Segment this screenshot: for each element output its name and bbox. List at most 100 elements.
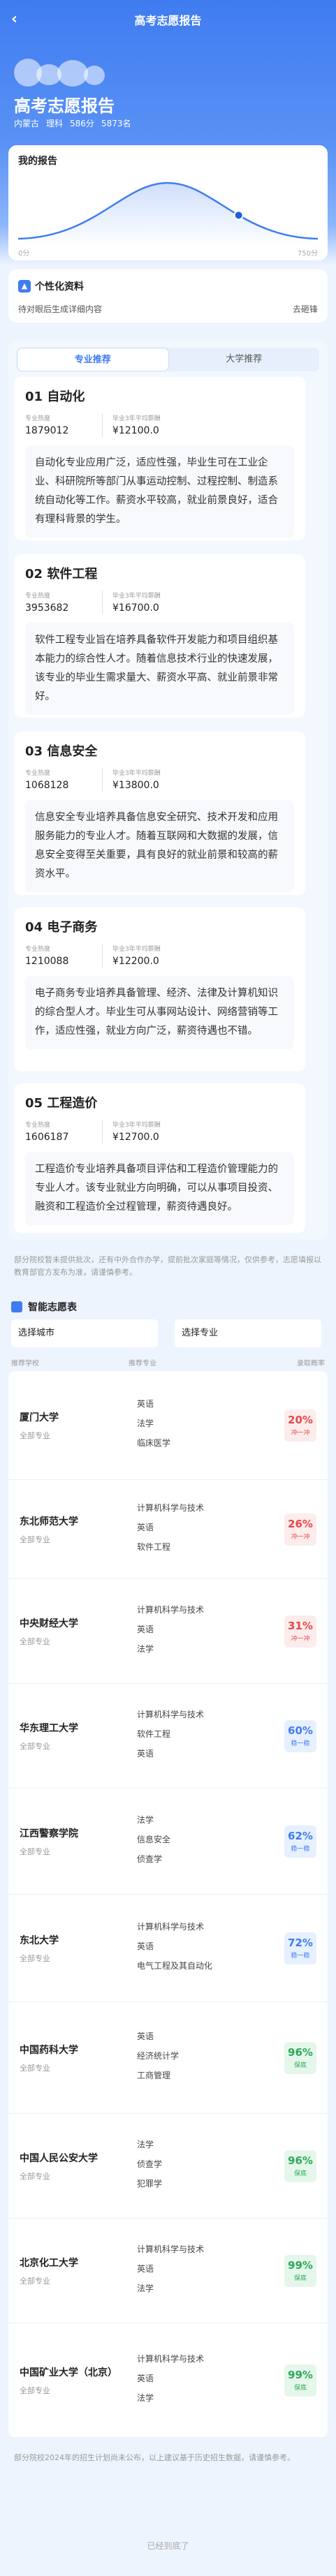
table-row[interactable]: 中国药科大学 全部专业 英语 经济统计学 工商管理 96% 保底 (8, 2002, 328, 2114)
school-all-majors[interactable]: 全部专业 (20, 1740, 50, 1752)
major-description: 自动化专业应用广泛，适应性强，毕业生可在工业企业、科研院所等部门从事运动控制、过… (25, 445, 294, 538)
chart-card-title: 我的报告 (18, 156, 57, 167)
major-card[interactable]: 05 工程造价 专业热度 1606187 毕业3年平均薪酬 ¥12700.0 工程造价专业… (14, 1083, 305, 1233)
school-name: 北京化工大学 (20, 2258, 78, 2269)
school-name: 东北大学 (20, 1935, 59, 1946)
end-of-list: 已经到底了 (147, 2541, 189, 2551)
major-stats: 专业热度 1068128 毕业3年平均薪酬 ¥13800.0 (25, 768, 294, 792)
nav-title: 高考志愿报告 (134, 14, 202, 27)
recommended-major: 临床医学 (137, 1438, 171, 1448)
major-description: 软件工程专业旨在培养具备软件开发能力和项目组织基本能力的综合性人才。随着信息技术… (25, 623, 294, 715)
admission-rate: 99% (288, 2259, 313, 2272)
school-all-majors[interactable]: 全部专业 (20, 2275, 50, 2286)
admission-kind: 冲一冲 (291, 1534, 310, 1541)
major-card[interactable]: 01 自动化 专业热度 1879012 毕业3年平均薪酬 ¥12100.0 自动化专业应用… (14, 377, 305, 540)
table-row[interactable]: 江西警察学院 全部专业 法学 信息安全 侦查学 62% 稳一稳 (8, 1789, 328, 1895)
profile-subtitle: 待对眼后生成详细内容 (18, 304, 103, 314)
recommended-major: 计算机科学与技术 (137, 2244, 205, 2254)
tab-major[interactable]: 专业推荐 (17, 348, 169, 371)
admission-rate: 99% (288, 2369, 313, 2381)
table-icon (11, 1301, 22, 1312)
admission-rate: 31% (288, 1620, 313, 1632)
chevron-left-icon[interactable]: ‹ (11, 11, 28, 28)
stat-divider (102, 944, 103, 968)
major-card[interactable]: 03 信息安全 专业热度 1068128 毕业3年平均薪酬 ¥13800.0 信息安全专业… (14, 732, 305, 895)
salary-value: ¥16700.0 (112, 602, 159, 614)
admission-kind: 稳一稳 (291, 1846, 310, 1853)
major-select[interactable]: 选择专业 (175, 1319, 321, 1347)
recommended-major: 电气工程及其自动化 (137, 1961, 213, 1971)
school-name: 江西警察学院 (20, 1828, 78, 1840)
major-description: 电子商务专业培养具备管理、经济、法律及计算机知识的综合型人才。毕业生可从事网站设… (25, 976, 294, 1049)
profile-fill-button[interactable]: 去砸锋 (293, 303, 318, 315)
city-select[interactable]: 选择城市 (11, 1319, 158, 1347)
heat-value: 1879012 (25, 425, 69, 436)
recommended-major: 法学 (137, 2140, 154, 2149)
recommended-major: 侦查学 (137, 1854, 163, 1864)
salary-value: ¥12100.0 (112, 425, 159, 436)
recommend-tabs: 专业推荐 大学推荐 (17, 348, 319, 371)
recommended-major: 计算机科学与技术 (137, 1922, 205, 1932)
recommended-major: 英语 (137, 2264, 154, 2274)
score-marker (233, 210, 244, 221)
recommended-major: 法学 (137, 1644, 154, 1654)
salary-value: ¥12700.0 (112, 1132, 159, 1143)
province: 内蒙古 (14, 119, 40, 128)
recommended-major: 英语 (137, 1523, 154, 1532)
stat-divider (102, 768, 103, 792)
admission-kind: 保底 (293, 2275, 307, 2282)
recommended-major: 计算机科学与技术 (137, 1605, 205, 1615)
table-row[interactable]: 中国矿业大学（北京） 全部专业 计算机科学与技术 英语法学 99% 保底 (8, 2323, 328, 2438)
heat-label: 专业热度 (25, 770, 51, 777)
heat-label: 专业热度 (25, 415, 51, 422)
major-title: 04 电子商务 (25, 920, 98, 935)
heat-label: 专业热度 (25, 946, 51, 953)
recommended-major: 英语 (137, 1624, 154, 1634)
school-all-majors[interactable]: 全部专业 (20, 1846, 50, 1857)
recommended-major: 计算机科学与技术 (137, 2354, 205, 2364)
tab-university[interactable]: 大学推荐 (169, 348, 320, 371)
admission-rate: 96% (288, 2046, 313, 2059)
school-name: 中央财经大学 (20, 1618, 78, 1629)
table-row[interactable]: 东北大学 全部专业 计算机科学与技术 英语 电气工程及其自动化 72% 稳一稳 (8, 1895, 328, 2002)
recommended-major: 英语 (137, 2374, 154, 2383)
school-all-majors[interactable]: 全部专业 (20, 2062, 50, 2073)
nav-bar: ‹ 高考志愿报告 (0, 0, 336, 39)
admission-kind: 保底 (293, 2385, 307, 2392)
table-row[interactable]: 东北师范大学 全部专业 计算机科学与技术 英语 软件工程 26% 冲一冲 (8, 1480, 328, 1579)
school-name: 中国人民公安大学 (20, 2153, 98, 2164)
school-name: 中国矿业大学（北京） (20, 2367, 117, 2378)
table-row[interactable]: 中央财经大学 全部专业 计算机科学与技术 英语 法学 31% 冲一冲 (8, 1579, 328, 1684)
recommended-major: 法学 (137, 2393, 154, 2403)
school-all-majors[interactable]: 全部专业 (20, 1953, 50, 1964)
admission-badge: 62% 稳一稳 (284, 1826, 316, 1858)
school-all-majors[interactable]: 全部专业 (20, 1430, 50, 1441)
admission-badge: 96% 保底 (284, 2150, 316, 2182)
curve-fill (18, 183, 318, 246)
school-all-majors[interactable]: 全部专业 (20, 1636, 50, 1647)
table-row[interactable]: 厦门大学 全部专业 英语 法学 临床医学 20% 冲一冲 (8, 1371, 328, 1480)
table-row[interactable]: 北京化工大学 全部专业 计算机科学与技术 英语法学 99% 保底 (8, 2219, 328, 2323)
major-card[interactable]: 02 软件工程 专业热度 3953682 毕业3年平均薪酬 ¥16700.0 软件工程专业… (14, 554, 305, 718)
admission-rate: 72% (288, 1937, 313, 1949)
heat-value: 1210088 (25, 956, 69, 967)
admission-badge: 26% 冲一冲 (284, 1513, 316, 1546)
school-all-majors[interactable]: 全部专业 (20, 2170, 50, 2182)
table-row[interactable]: 中国人民公安大学 全部专业 法学 侦查学 犯罪学 96% 保底 (8, 2114, 328, 2219)
admission-kind: 保底 (293, 2062, 307, 2069)
major-title: 05 工程造价 (25, 1096, 98, 1111)
recommended-major: 英语 (137, 2031, 154, 2041)
major-card[interactable]: 04 电子商务 专业热度 1210088 毕业3年平均薪酬 ¥12200.0 电子商务专业… (14, 908, 305, 1071)
axis-max-label: 750分 (297, 250, 318, 258)
school-all-majors[interactable]: 全部专业 (20, 2385, 50, 2396)
school-all-majors[interactable]: 全部专业 (20, 1534, 50, 1545)
table-row[interactable]: 华东理工大学 全部专业 计算机科学与技术 软件工程 英语 60% 稳一稳 (8, 1684, 328, 1789)
admission-rate: 96% (288, 2154, 313, 2167)
recommended-major: 法学 (137, 2283, 154, 2293)
notice-plan: 部分院校2024年的招生计划尚未公布，以上建议基于历史招生数据，请谨慎参考。 (14, 2453, 295, 2462)
school-name: 厦门大学 (20, 1412, 59, 1423)
axis-min-label: 0分 (18, 250, 30, 258)
recommended-major: 法学 (137, 1419, 154, 1428)
admission-kind: 稳一稳 (291, 1740, 310, 1747)
salary-label: 毕业3年平均薪酬 (112, 770, 161, 777)
